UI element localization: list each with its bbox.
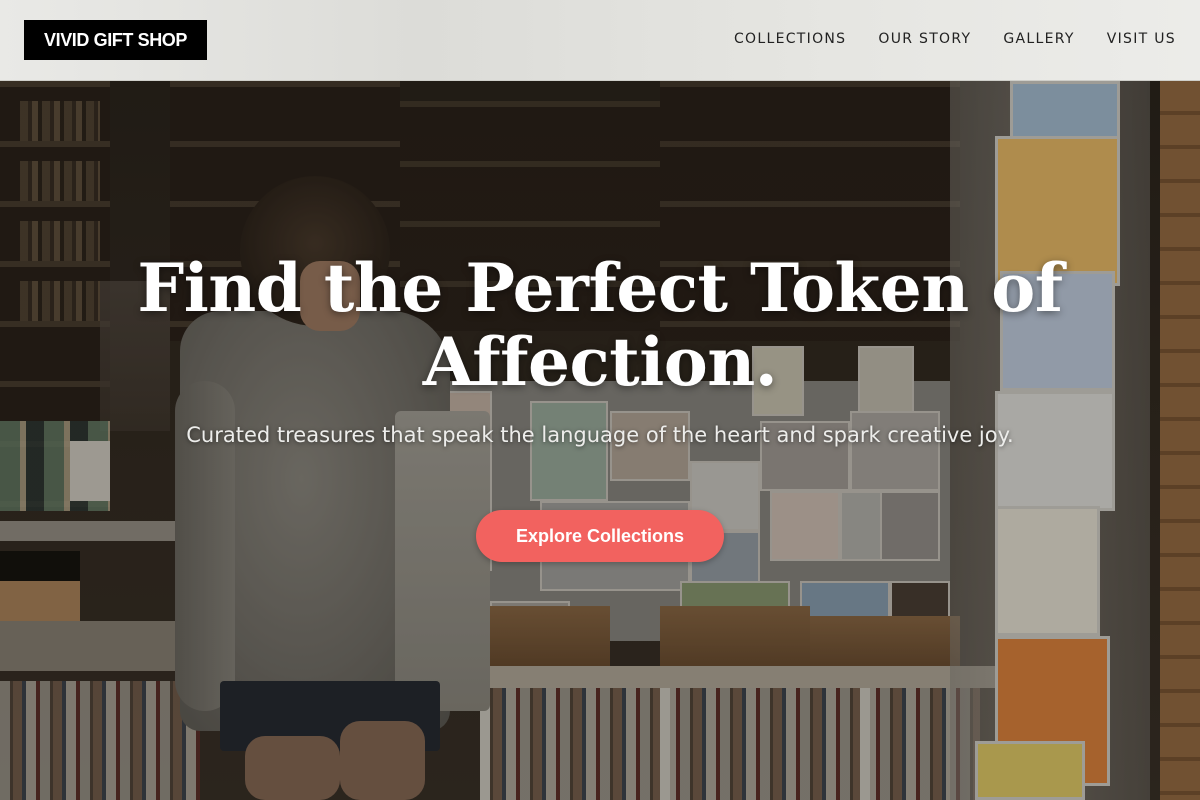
nav-link-our-story[interactable]: OUR STORY bbox=[878, 29, 971, 49]
hero-title: Find the Perfect Token of Affection. bbox=[137, 249, 1063, 401]
site-header: VIVID GIFT SHOP COLLECTIONS OUR STORY GA… bbox=[0, 0, 1200, 81]
nav-link-visit-us[interactable]: VISIT US bbox=[1107, 29, 1176, 49]
nav-link-collections[interactable]: COLLECTIONS bbox=[734, 29, 846, 49]
hero-section: Find the Perfect Token of Affection. Cur… bbox=[0, 81, 1200, 800]
site-logo[interactable]: VIVID GIFT SHOP bbox=[24, 20, 207, 60]
main-nav: COLLECTIONS OUR STORY GALLERY VISIT US bbox=[734, 29, 1176, 49]
hero-subtitle: Curated treasures that speak the languag… bbox=[186, 423, 1014, 447]
explore-collections-button[interactable]: Explore Collections bbox=[476, 510, 724, 562]
nav-link-gallery[interactable]: GALLERY bbox=[1003, 29, 1074, 49]
